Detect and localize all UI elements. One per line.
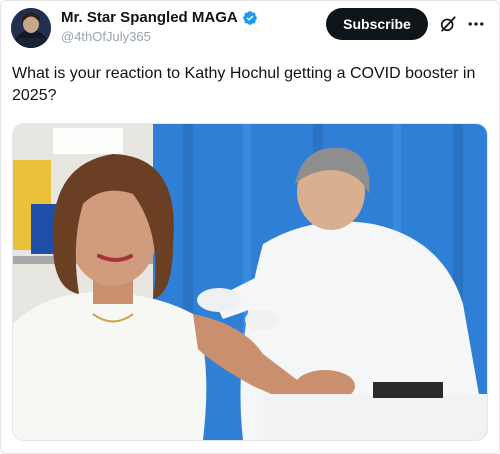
verified-badge-icon [242, 10, 257, 25]
post-card: Mr. Star Spangled MAGA @4thOfJuly365 Sub… [0, 0, 500, 454]
author-handle[interactable]: @4thOfJuly365 [61, 29, 151, 44]
more-options-icon[interactable] [466, 14, 486, 34]
author-display-name[interactable]: Mr. Star Spangled MAGA [61, 9, 238, 26]
post-text: What is your reaction to Kathy Hochul ge… [12, 65, 476, 104]
avatar-icon [11, 8, 51, 48]
subscribe-button[interactable]: Subscribe [326, 8, 428, 40]
author-avatar[interactable] [11, 8, 51, 48]
author-name-row[interactable]: Mr. Star Spangled MAGA [61, 9, 258, 26]
grok-icon[interactable] [438, 14, 458, 34]
vaccination-photo [13, 124, 487, 440]
post-media-image[interactable] [12, 123, 488, 441]
